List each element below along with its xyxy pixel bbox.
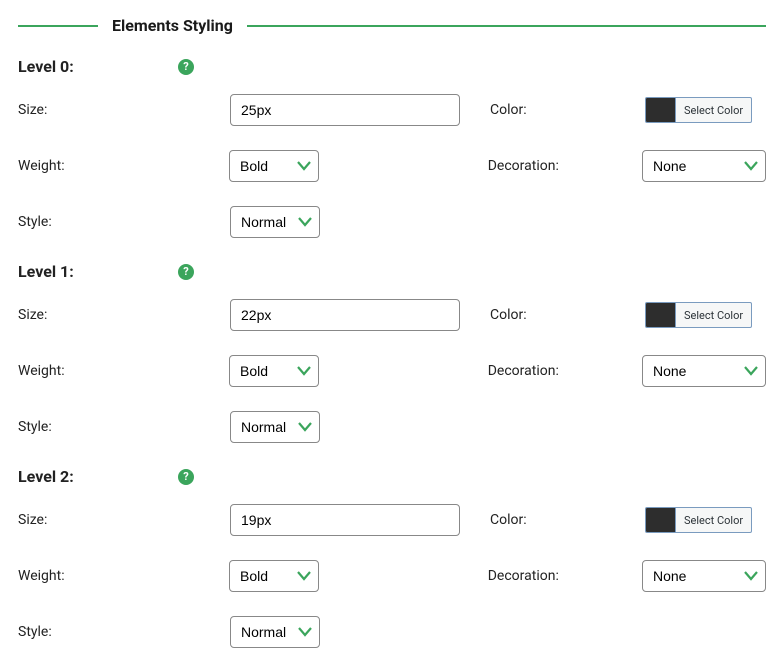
- decoration-select-2[interactable]: None: [642, 560, 766, 592]
- decoration-select-1-select[interactable]: None: [642, 355, 766, 387]
- decoration-select-2-select[interactable]: None: [642, 560, 766, 592]
- weight-label: Weight:: [18, 158, 229, 174]
- section-header: Elements Styling: [0, 0, 784, 45]
- level-label: Level 1:: [18, 262, 168, 281]
- help-icon[interactable]: ?: [178, 264, 194, 280]
- level-header-0: Level 0:?: [0, 45, 784, 82]
- color-label: Color:: [490, 512, 645, 528]
- color-label: Color:: [490, 307, 645, 323]
- row-size-color-1: Size: Color: Select Color: [0, 287, 784, 343]
- decoration-select-1[interactable]: None: [642, 355, 766, 387]
- level-label: Level 0:: [18, 57, 168, 76]
- row-style-2: Style:Normal: [0, 604, 784, 660]
- color-swatch: [646, 508, 676, 532]
- help-icon[interactable]: ?: [178, 469, 194, 485]
- style-select-1-select[interactable]: Normal: [230, 411, 320, 443]
- size-label: Size:: [18, 307, 230, 323]
- size-label: Size:: [18, 512, 230, 528]
- style-select-1[interactable]: Normal: [230, 411, 320, 443]
- style-select-0[interactable]: Normal: [230, 206, 320, 238]
- help-icon[interactable]: ?: [178, 59, 194, 75]
- level-header-2: Level 2:?: [0, 455, 784, 492]
- select-color-label: Select Color: [676, 514, 751, 527]
- style-label: Style:: [18, 214, 230, 230]
- weight-select-0[interactable]: Bold: [229, 150, 319, 182]
- weight-select-1[interactable]: Bold: [229, 355, 319, 387]
- row-style-1: Style:Normal: [0, 399, 784, 455]
- row-size-color-0: Size: Color: Select Color: [0, 82, 784, 138]
- size-label: Size:: [18, 102, 230, 118]
- weight-label: Weight:: [18, 568, 229, 584]
- level-header-1: Level 1:?: [0, 250, 784, 287]
- row-weight-decoration-1: Weight:Bold Decoration:None: [0, 343, 784, 399]
- select-color-button[interactable]: Select Color: [645, 507, 752, 533]
- row-weight-decoration-2: Weight:Bold Decoration:None: [0, 548, 784, 604]
- row-size-color-2: Size: Color: Select Color: [0, 492, 784, 548]
- weight-select-2[interactable]: Bold: [229, 560, 319, 592]
- weight-select-2-select[interactable]: Bold: [229, 560, 319, 592]
- color-swatch: [646, 98, 676, 122]
- color-label: Color:: [490, 102, 645, 118]
- select-color-button[interactable]: Select Color: [645, 97, 752, 123]
- weight-select-0-select[interactable]: Bold: [229, 150, 319, 182]
- style-select-2[interactable]: Normal: [230, 616, 320, 648]
- weight-label: Weight:: [18, 363, 229, 379]
- weight-select-1-select[interactable]: Bold: [229, 355, 319, 387]
- style-label: Style:: [18, 419, 230, 435]
- row-weight-decoration-0: Weight:Bold Decoration:None: [0, 138, 784, 194]
- header-rule-left: [18, 25, 98, 27]
- decoration-select-0-select[interactable]: None: [642, 150, 766, 182]
- row-style-0: Style:Normal: [0, 194, 784, 250]
- style-select-2-select[interactable]: Normal: [230, 616, 320, 648]
- size-input[interactable]: [230, 299, 460, 331]
- select-color-label: Select Color: [676, 104, 751, 117]
- style-label: Style:: [18, 624, 230, 640]
- header-rule-right: [247, 25, 766, 27]
- decoration-label: Decoration:: [488, 568, 642, 584]
- level-label: Level 2:: [18, 467, 168, 486]
- decoration-select-0[interactable]: None: [642, 150, 766, 182]
- size-input[interactable]: [230, 504, 460, 536]
- decoration-label: Decoration:: [488, 363, 642, 379]
- select-color-button[interactable]: Select Color: [645, 302, 752, 328]
- select-color-label: Select Color: [676, 309, 751, 322]
- color-swatch: [646, 303, 676, 327]
- section-title: Elements Styling: [112, 16, 233, 35]
- size-input[interactable]: [230, 94, 460, 126]
- style-select-0-select[interactable]: Normal: [230, 206, 320, 238]
- decoration-label: Decoration:: [488, 158, 642, 174]
